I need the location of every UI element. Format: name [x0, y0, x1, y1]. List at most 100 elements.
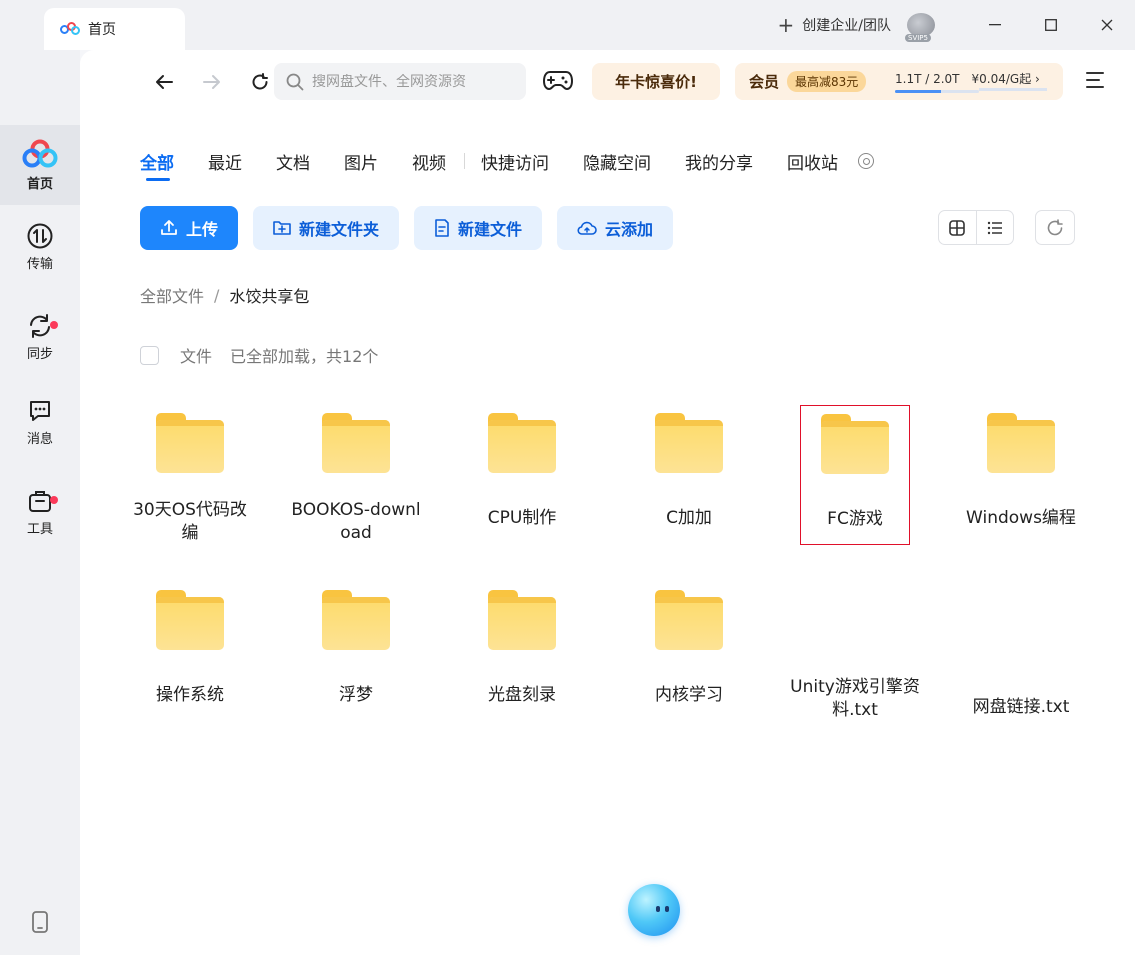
text-file-icon: [826, 590, 884, 642]
new-folder-button[interactable]: 新建文件夹: [253, 206, 400, 250]
arrow-left-icon: [156, 75, 173, 89]
sidebar-item-tools[interactable]: 工具: [0, 472, 80, 552]
folder-icon: [322, 590, 390, 650]
search-icon: [286, 73, 304, 90]
file-name: BOOKOS-download: [291, 500, 421, 543]
storage-capacity[interactable]: 1.1T / 2.0T ¥0.04/G起 ›: [895, 63, 1052, 100]
folder-item[interactable]: 内核学习: [634, 582, 744, 722]
cloud-add-button[interactable]: 云添加: [557, 206, 674, 250]
file-item[interactable]: 网盘链接.txt: [966, 582, 1076, 722]
sidebar-item-label: 同步: [26, 346, 53, 362]
expand-price-text: ¥0.04/G起 ›: [971, 72, 1040, 86]
tab-recycle-bin[interactable]: 回收站: [787, 147, 838, 175]
folder-item[interactable]: Windows编程: [966, 405, 1076, 545]
folder-item[interactable]: 30天OS代码改编: [133, 405, 247, 545]
game-button[interactable]: [542, 68, 574, 96]
sidebar-item-messages[interactable]: 消息: [0, 382, 80, 462]
sidebar-item-transfer[interactable]: 传输: [0, 207, 80, 287]
message-icon: [30, 400, 50, 421]
tab-my-shares[interactable]: 我的分享: [685, 147, 753, 175]
folder-item[interactable]: 浮梦: [301, 582, 411, 722]
tab-home[interactable]: 首页: [44, 8, 185, 50]
folder-icon: [488, 590, 556, 650]
upload-icon: [161, 220, 177, 235]
folder-item[interactable]: 光盘刻录: [467, 582, 577, 722]
main-panel: 年卡惊喜价! 会员 最高减83元 1.1T / 2.0T ¥0.04/G起 › …: [80, 50, 1135, 955]
grid-view-button[interactable]: [939, 211, 977, 244]
file-item[interactable]: Unity游戏引擎资料.txt: [790, 582, 920, 722]
category-tabs: 全部 最近 文档 图片 视频 快捷访问 隐藏空间 我的分享 回收站: [140, 147, 874, 181]
cloud-add-label: 云添加: [605, 220, 654, 239]
upload-button[interactable]: 上传: [140, 206, 239, 250]
folder-item[interactable]: BOOKOS-download: [291, 405, 421, 545]
notification-dot: [50, 496, 58, 504]
vip-label: 会员: [749, 73, 780, 91]
new-folder-label: 新建文件夹: [299, 220, 380, 239]
folder-item[interactable]: CPU制作: [467, 405, 577, 545]
create-org-label: 创建企业/团队: [802, 18, 891, 34]
add-folder-icon: [273, 221, 291, 235]
new-file-button[interactable]: 新建文件: [414, 206, 543, 250]
list-header-label: 文件: [180, 347, 213, 366]
reload-icon: [252, 73, 268, 90]
vip-promo-banner[interactable]: 会员 最高减83元 1.1T / 2.0T ¥0.04/G起 ›: [735, 63, 1063, 100]
file-name: 网盘链接.txt: [972, 697, 1070, 717]
folder-item[interactable]: FC游戏: [800, 405, 910, 545]
sidebar: 首页 传输 同步 消息 工具: [0, 50, 80, 955]
folder-item[interactable]: C加加: [634, 405, 744, 545]
maximize-button[interactable]: [1023, 0, 1079, 50]
main-menu-button[interactable]: [1086, 72, 1104, 88]
breadcrumb-root[interactable]: 全部文件: [140, 283, 204, 307]
tab-quick-access[interactable]: 快捷访问: [481, 147, 549, 175]
sidebar-item-sync[interactable]: 同步: [0, 297, 80, 377]
folder-item[interactable]: 操作系统: [135, 582, 245, 722]
search-bar[interactable]: [274, 63, 526, 100]
upload-label: 上传: [186, 220, 219, 239]
folder-icon: [322, 413, 390, 473]
refresh-button[interactable]: [1035, 210, 1075, 245]
cloud-upload-icon: [577, 221, 597, 235]
avatar[interactable]: SVIP5: [905, 13, 935, 42]
new-file-label: 新建文件: [458, 220, 523, 239]
forward-button[interactable]: [188, 63, 236, 101]
tab-images[interactable]: 图片: [344, 147, 378, 175]
back-button[interactable]: [140, 63, 188, 101]
svip-badge: SVIP5: [905, 34, 931, 42]
phone-icon: [32, 911, 48, 933]
sidebar-item-label: 首页: [26, 176, 53, 192]
tab-recent[interactable]: 最近: [208, 147, 242, 175]
arrow-right-icon: [203, 75, 220, 89]
search-input[interactable]: [312, 73, 522, 90]
file-name: 光盘刻录: [488, 685, 556, 705]
tab-hidden-space[interactable]: 隐藏空间: [583, 147, 651, 175]
minimize-button[interactable]: [967, 0, 1023, 50]
tab-title: 首页: [88, 22, 116, 38]
close-button[interactable]: [1079, 0, 1135, 50]
tab-divider: [464, 153, 465, 169]
file-name: Unity游戏引擎资料.txt: [790, 677, 920, 720]
select-all-checkbox[interactable]: [140, 345, 159, 365]
folder-icon: [655, 413, 723, 473]
folder-icon: [987, 413, 1055, 473]
create-org-button[interactable]: + 创建企业/团队: [778, 15, 891, 35]
tab-documents[interactable]: 文档: [276, 147, 310, 175]
folder-icon: [821, 414, 889, 474]
tab-all[interactable]: 全部: [140, 147, 174, 181]
baidu-netdisk-logo-icon: [60, 22, 80, 36]
breadcrumb-current: 水饺共享包: [229, 287, 310, 306]
annual-promo-button[interactable]: 年卡惊喜价!: [592, 63, 720, 100]
transfer-icon: [27, 223, 53, 248]
sidebar-item-home[interactable]: 首页: [0, 125, 80, 205]
grid-view-icon: [949, 219, 966, 236]
baidu-netdisk-logo-icon: [22, 139, 58, 167]
tab-videos[interactable]: 视频: [412, 147, 446, 175]
list-view-button[interactable]: [977, 211, 1014, 244]
tab-settings-icon[interactable]: [858, 153, 874, 169]
phone-button[interactable]: [31, 911, 49, 937]
folder-icon: [156, 590, 224, 650]
ai-assistant-button[interactable]: [614, 870, 694, 950]
action-bar: 上传 新建文件夹 新建文件 云添加: [140, 206, 688, 250]
sidebar-item-label: 工具: [26, 521, 53, 537]
folder-icon: [156, 413, 224, 473]
notification-dot: [50, 321, 58, 329]
